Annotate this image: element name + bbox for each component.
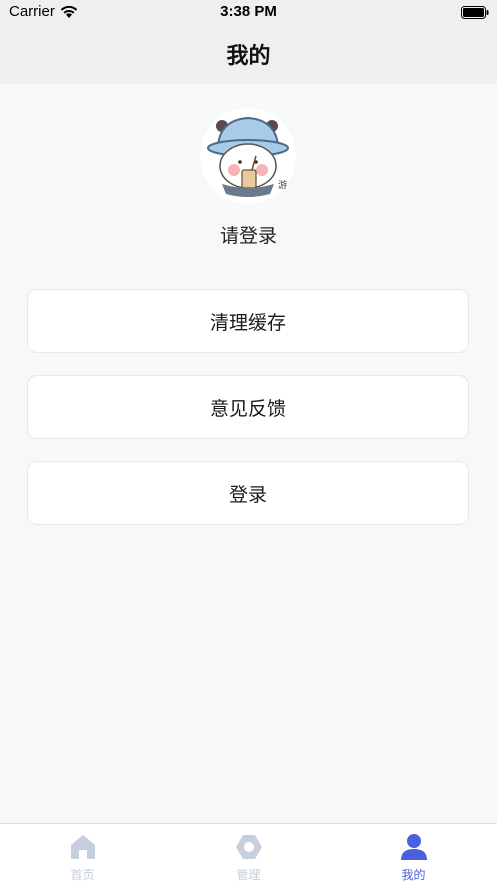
feedback-button[interactable]: 意见反馈 xyxy=(27,375,469,439)
tab-home-label: 首页 xyxy=(70,868,95,882)
tab-bar: 首页 管理 我的 xyxy=(0,823,497,883)
tab-manage[interactable]: 管理 xyxy=(166,824,331,883)
battery-icon xyxy=(461,6,489,19)
tab-manage-label: 管理 xyxy=(236,868,261,882)
tab-home[interactable]: 首页 xyxy=(0,824,165,883)
clear-cache-button[interactable]: 清理缓存 xyxy=(27,289,469,353)
tab-mine[interactable]: 我的 xyxy=(331,824,496,883)
page-title: 我的 xyxy=(226,44,271,69)
header: Carrier 3:38 PM 我的 xyxy=(0,0,497,84)
person-icon xyxy=(400,834,427,860)
tab-mine-label: 我的 xyxy=(401,868,426,882)
avatar[interactable]: 游 xyxy=(198,106,298,206)
svg-text:游: 游 xyxy=(278,179,287,191)
login-button[interactable]: 登录 xyxy=(27,461,469,525)
hexagon-nut-icon xyxy=(235,835,262,859)
status-bar: Carrier 3:38 PM xyxy=(0,0,497,26)
login-prompt[interactable]: 请登录 xyxy=(0,221,497,248)
home-icon xyxy=(70,835,95,859)
clock: 3:38 PM xyxy=(220,3,277,20)
